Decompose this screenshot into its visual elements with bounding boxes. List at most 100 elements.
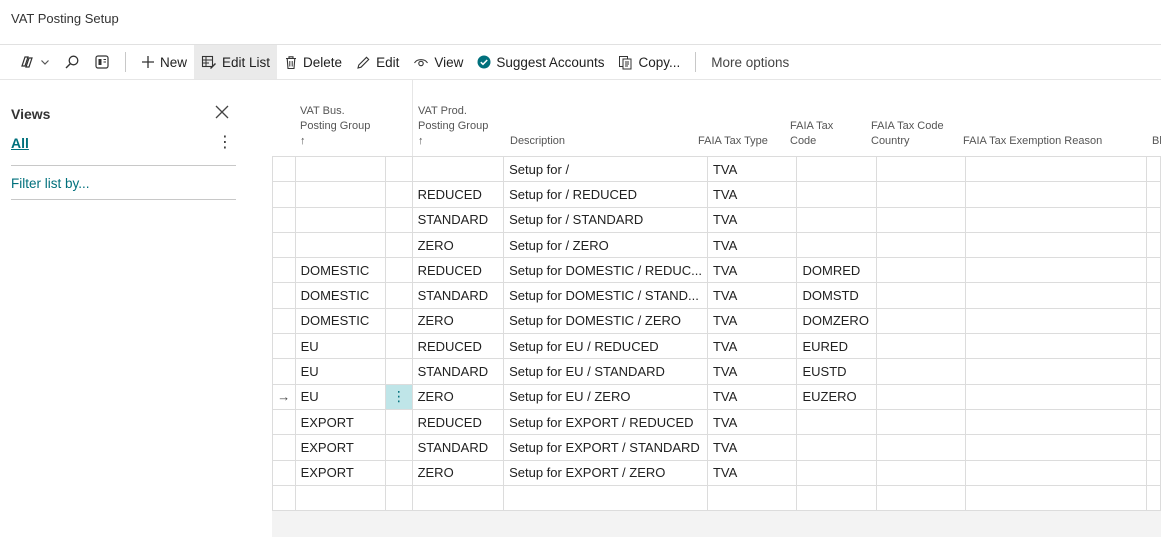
cell-description[interactable]: Setup for / STANDARD bbox=[503, 206, 708, 233]
cell-vat-bus-posting-group[interactable]: EU bbox=[294, 358, 387, 385]
cell-faia-tax-code[interactable]: EURED bbox=[796, 333, 878, 360]
cell-faia-tax-code[interactable] bbox=[796, 155, 878, 183]
cell-faia-tax-code[interactable] bbox=[796, 484, 878, 512]
row-indicator[interactable] bbox=[272, 206, 296, 233]
row-menu-cell[interactable] bbox=[385, 181, 413, 208]
table-row[interactable]: EU REDUCED Setup for EU / REDUCED TVA EURED bbox=[272, 333, 1161, 360]
cell-cut-off[interactable] bbox=[1146, 181, 1161, 208]
cell-description[interactable]: Setup for EXPORT / STANDARD bbox=[503, 434, 708, 461]
cell-faia-tax-code-country[interactable] bbox=[876, 358, 966, 385]
cell-faia-tax-type[interactable]: TVA bbox=[706, 181, 798, 208]
row-indicator[interactable] bbox=[272, 181, 296, 208]
row-menu-button[interactable]: ⋮ bbox=[385, 383, 413, 410]
cell-faia-tax-code-country[interactable] bbox=[876, 231, 966, 259]
cell-vat-prod-posting-group[interactable]: REDUCED bbox=[411, 408, 505, 436]
filter-list-link[interactable]: Filter list by... bbox=[11, 176, 90, 191]
row-indicator[interactable] bbox=[272, 484, 296, 512]
table-row[interactable]: REDUCED Setup for / REDUCED TVA bbox=[272, 181, 1161, 208]
cell-vat-bus-posting-group[interactable] bbox=[294, 231, 387, 259]
copy-button[interactable]: Copy... bbox=[611, 45, 687, 79]
cell-cut-off[interactable] bbox=[1146, 206, 1161, 233]
cell-vat-prod-posting-group[interactable] bbox=[411, 484, 505, 512]
cell-vat-bus-posting-group[interactable] bbox=[294, 484, 387, 512]
column-header-cut-off[interactable]: Bl bbox=[1152, 134, 1161, 149]
cell-faia-tax-type[interactable]: TVA bbox=[706, 257, 798, 284]
cell-vat-bus-posting-group[interactable]: DOMESTIC bbox=[294, 282, 387, 309]
cell-faia-tax-exemption-reason[interactable] bbox=[964, 459, 1148, 486]
table-row[interactable]: Setup for / TVA bbox=[272, 155, 1161, 183]
row-indicator[interactable] bbox=[272, 333, 296, 360]
table-row[interactable]: EXPORT REDUCED Setup for EXPORT / REDUCED T… bbox=[272, 408, 1161, 436]
cell-faia-tax-code-country[interactable] bbox=[876, 206, 966, 233]
cell-description[interactable] bbox=[503, 484, 708, 512]
cell-cut-off[interactable] bbox=[1146, 282, 1161, 309]
cell-description[interactable]: Setup for EXPORT / REDUCED bbox=[503, 408, 708, 436]
new-button[interactable]: New bbox=[134, 45, 194, 79]
cell-faia-tax-type[interactable]: TVA bbox=[706, 358, 798, 385]
cell-vat-bus-posting-group[interactable] bbox=[294, 206, 387, 233]
row-indicator[interactable] bbox=[272, 155, 296, 183]
row-indicator[interactable] bbox=[272, 459, 296, 486]
column-header-faia-tax-code[interactable]: FAIA Tax Code bbox=[790, 119, 833, 149]
cell-faia-tax-code[interactable]: DOMSTD bbox=[796, 282, 878, 309]
copilot-menu-button[interactable] bbox=[12, 45, 57, 79]
cell-faia-tax-code-country[interactable] bbox=[876, 307, 966, 335]
delete-button[interactable]: Delete bbox=[277, 45, 349, 79]
cell-vat-bus-posting-group[interactable]: EU bbox=[294, 383, 387, 410]
cell-faia-tax-type[interactable]: TVA bbox=[706, 459, 798, 486]
row-indicator[interactable] bbox=[272, 358, 296, 385]
cell-vat-prod-posting-group[interactable]: STANDARD bbox=[411, 282, 505, 309]
column-header-faia-tax-code-country[interactable]: FAIA Tax Code Country bbox=[871, 119, 944, 149]
cell-faia-tax-code[interactable] bbox=[796, 206, 878, 233]
table-row[interactable]: EU STANDARD Setup for EU / STANDARD TVA EUST… bbox=[272, 358, 1161, 385]
table-row[interactable]: EXPORT ZERO Setup for EXPORT / ZERO TVA bbox=[272, 459, 1161, 486]
cell-faia-tax-type[interactable]: TVA bbox=[706, 408, 798, 436]
column-header-vat-prod-posting-group[interactable]: VAT Prod. Posting Group ↑ bbox=[418, 104, 488, 149]
column-header-description[interactable]: Description bbox=[510, 134, 565, 149]
cell-faia-tax-code[interactable]: EUSTD bbox=[796, 358, 878, 385]
cell-vat-bus-posting-group[interactable]: EXPORT bbox=[294, 459, 387, 486]
row-indicator[interactable] bbox=[272, 307, 296, 335]
cell-faia-tax-code-country[interactable] bbox=[876, 333, 966, 360]
row-indicator[interactable] bbox=[272, 257, 296, 284]
cell-cut-off[interactable] bbox=[1146, 358, 1161, 385]
cell-cut-off[interactable] bbox=[1146, 484, 1161, 512]
cell-cut-off[interactable] bbox=[1146, 155, 1161, 183]
row-menu-cell[interactable] bbox=[385, 333, 413, 360]
cell-faia-tax-code[interactable] bbox=[796, 408, 878, 436]
cell-faia-tax-type[interactable]: TVA bbox=[706, 333, 798, 360]
table-row[interactable] bbox=[272, 484, 1161, 512]
row-indicator[interactable] bbox=[272, 282, 296, 309]
column-header-faia-tax-type[interactable]: FAIA Tax Type bbox=[698, 134, 768, 149]
cell-faia-tax-code[interactable] bbox=[796, 181, 878, 208]
cell-vat-prod-posting-group[interactable]: ZERO bbox=[411, 307, 505, 335]
cell-cut-off[interactable] bbox=[1146, 231, 1161, 259]
cell-vat-bus-posting-group[interactable]: EU bbox=[294, 333, 387, 360]
table-row[interactable]: DOMESTIC ZERO Setup for DOMESTIC / ZERO TVA… bbox=[272, 307, 1161, 335]
show-as-list-button[interactable] bbox=[87, 45, 117, 79]
cell-faia-tax-type[interactable]: TVA bbox=[706, 206, 798, 233]
column-header-vat-bus-posting-group[interactable]: VAT Bus. Posting Group ↑ bbox=[300, 104, 370, 149]
cell-faia-tax-exemption-reason[interactable] bbox=[964, 231, 1148, 259]
cell-faia-tax-code[interactable] bbox=[796, 459, 878, 486]
row-menu-cell[interactable] bbox=[385, 155, 413, 183]
cell-vat-prod-posting-group[interactable]: ZERO bbox=[411, 383, 505, 410]
cell-cut-off[interactable] bbox=[1146, 408, 1161, 436]
column-header-faia-tax-exemption-reason[interactable]: FAIA Tax Exemption Reason bbox=[963, 134, 1102, 149]
cell-faia-tax-type[interactable] bbox=[706, 484, 798, 512]
edit-button[interactable]: Edit bbox=[349, 45, 406, 79]
table-row[interactable]: → EU ⋮ ZERO Setup for EU / ZERO TVA EUZERO bbox=[272, 383, 1161, 410]
suggest-accounts-button[interactable]: Suggest Accounts bbox=[470, 45, 611, 79]
cell-description[interactable]: Setup for EU / ZERO bbox=[503, 383, 708, 410]
cell-faia-tax-code-country[interactable] bbox=[876, 459, 966, 486]
row-menu-cell[interactable] bbox=[385, 459, 413, 486]
cell-cut-off[interactable] bbox=[1146, 459, 1161, 486]
cell-faia-tax-exemption-reason[interactable] bbox=[964, 307, 1148, 335]
row-menu-cell[interactable] bbox=[385, 434, 413, 461]
cell-faia-tax-type[interactable]: TVA bbox=[706, 307, 798, 335]
cell-description[interactable]: Setup for DOMESTIC / STAND... bbox=[503, 282, 708, 309]
close-views-button[interactable] bbox=[214, 104, 230, 120]
view-button[interactable]: View bbox=[406, 45, 470, 79]
cell-vat-prod-posting-group[interactable]: STANDARD bbox=[411, 358, 505, 385]
cell-cut-off[interactable] bbox=[1146, 257, 1161, 284]
